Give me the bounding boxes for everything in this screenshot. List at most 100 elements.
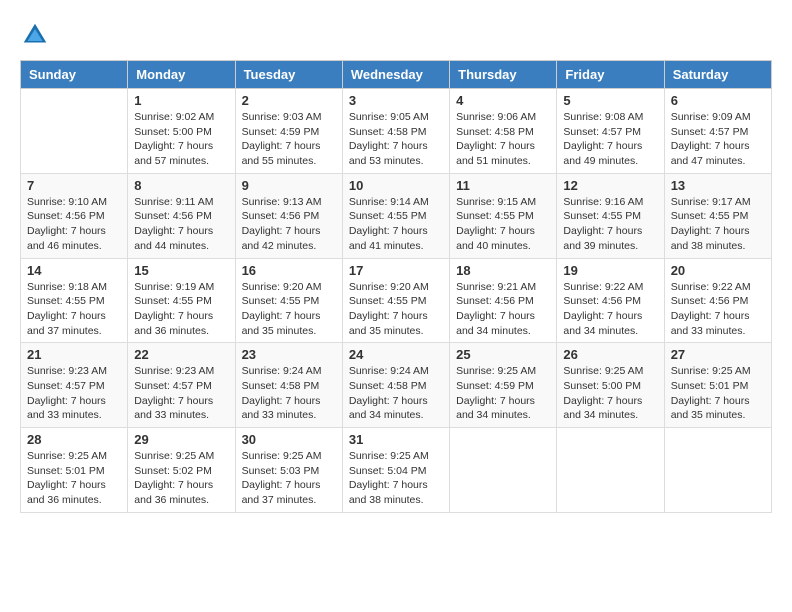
day-number: 2 bbox=[242, 93, 336, 108]
day-number: 26 bbox=[563, 347, 657, 362]
calendar-week-0: 1 Sunrise: 9:02 AM Sunset: 5:00 PM Daylig… bbox=[21, 89, 772, 174]
calendar-cell: 2 Sunrise: 9:03 AM Sunset: 4:59 PM Daylig… bbox=[235, 89, 342, 174]
calendar-cell: 13 Sunrise: 9:17 AM Sunset: 4:55 PM Dayli… bbox=[664, 173, 771, 258]
day-info: Sunrise: 9:03 AM Sunset: 4:59 PM Dayligh… bbox=[242, 110, 336, 169]
day-number: 5 bbox=[563, 93, 657, 108]
calendar-cell: 23 Sunrise: 9:24 AM Sunset: 4:58 PM Dayli… bbox=[235, 343, 342, 428]
calendar-week-4: 28 Sunrise: 9:25 AM Sunset: 5:01 PM Dayli… bbox=[21, 428, 772, 513]
calendar-cell: 22 Sunrise: 9:23 AM Sunset: 4:57 PM Dayli… bbox=[128, 343, 235, 428]
day-info: Sunrise: 9:15 AM Sunset: 4:55 PM Dayligh… bbox=[456, 195, 550, 254]
day-number: 30 bbox=[242, 432, 336, 447]
day-number: 20 bbox=[671, 263, 765, 278]
day-info: Sunrise: 9:02 AM Sunset: 5:00 PM Dayligh… bbox=[134, 110, 228, 169]
day-info: Sunrise: 9:25 AM Sunset: 4:59 PM Dayligh… bbox=[456, 364, 550, 423]
calendar-cell: 20 Sunrise: 9:22 AM Sunset: 4:56 PM Dayli… bbox=[664, 258, 771, 343]
day-number: 1 bbox=[134, 93, 228, 108]
calendar-cell: 27 Sunrise: 9:25 AM Sunset: 5:01 PM Dayli… bbox=[664, 343, 771, 428]
calendar-cell: 16 Sunrise: 9:20 AM Sunset: 4:55 PM Dayli… bbox=[235, 258, 342, 343]
calendar-cell: 1 Sunrise: 9:02 AM Sunset: 5:00 PM Daylig… bbox=[128, 89, 235, 174]
calendar-header-tuesday: Tuesday bbox=[235, 61, 342, 89]
day-info: Sunrise: 9:23 AM Sunset: 4:57 PM Dayligh… bbox=[27, 364, 121, 423]
calendar-cell: 14 Sunrise: 9:18 AM Sunset: 4:55 PM Dayli… bbox=[21, 258, 128, 343]
day-info: Sunrise: 9:18 AM Sunset: 4:55 PM Dayligh… bbox=[27, 280, 121, 339]
day-number: 13 bbox=[671, 178, 765, 193]
calendar-cell: 26 Sunrise: 9:25 AM Sunset: 5:00 PM Dayli… bbox=[557, 343, 664, 428]
day-number: 8 bbox=[134, 178, 228, 193]
day-info: Sunrise: 9:06 AM Sunset: 4:58 PM Dayligh… bbox=[456, 110, 550, 169]
day-number: 19 bbox=[563, 263, 657, 278]
day-number: 14 bbox=[27, 263, 121, 278]
calendar-table: SundayMondayTuesdayWednesdayThursdayFrid… bbox=[20, 60, 772, 513]
day-number: 28 bbox=[27, 432, 121, 447]
day-number: 7 bbox=[27, 178, 121, 193]
calendar-cell: 25 Sunrise: 9:25 AM Sunset: 4:59 PM Dayli… bbox=[450, 343, 557, 428]
logo-icon bbox=[20, 20, 50, 50]
day-number: 22 bbox=[134, 347, 228, 362]
calendar-cell: 19Sunrise: 9:22 AM Sunset: 4:56 PM Dayli… bbox=[557, 258, 664, 343]
day-info: Sunrise: 9:16 AM Sunset: 4:55 PM Dayligh… bbox=[563, 195, 657, 254]
day-info: Sunrise: 9:25 AM Sunset: 5:00 PM Dayligh… bbox=[563, 364, 657, 423]
day-info: Sunrise: 9:20 AM Sunset: 4:55 PM Dayligh… bbox=[242, 280, 336, 339]
day-number: 24 bbox=[349, 347, 443, 362]
calendar-cell: 10Sunrise: 9:14 AM Sunset: 4:55 PM Dayli… bbox=[342, 173, 449, 258]
calendar-header-sunday: Sunday bbox=[21, 61, 128, 89]
calendar-cell: 28 Sunrise: 9:25 AM Sunset: 5:01 PM Dayli… bbox=[21, 428, 128, 513]
day-info: Sunrise: 9:23 AM Sunset: 4:57 PM Dayligh… bbox=[134, 364, 228, 423]
day-number: 31 bbox=[349, 432, 443, 447]
day-info: Sunrise: 9:09 AM Sunset: 4:57 PM Dayligh… bbox=[671, 110, 765, 169]
calendar-cell bbox=[557, 428, 664, 513]
calendar-cell: 9Sunrise: 9:13 AM Sunset: 4:56 PM Daylig… bbox=[235, 173, 342, 258]
day-number: 17 bbox=[349, 263, 443, 278]
calendar-cell: 15 Sunrise: 9:19 AM Sunset: 4:55 PM Dayli… bbox=[128, 258, 235, 343]
day-number: 11 bbox=[456, 178, 550, 193]
calendar-cell: 18 Sunrise: 9:21 AM Sunset: 4:56 PM Dayli… bbox=[450, 258, 557, 343]
calendar-cell: 31 Sunrise: 9:25 AM Sunset: 5:04 PM Dayli… bbox=[342, 428, 449, 513]
day-number: 16 bbox=[242, 263, 336, 278]
calendar-header-saturday: Saturday bbox=[664, 61, 771, 89]
calendar-cell: 17 Sunrise: 9:20 AM Sunset: 4:55 PM Dayli… bbox=[342, 258, 449, 343]
page-header bbox=[20, 20, 772, 50]
calendar-cell: 24Sunrise: 9:24 AM Sunset: 4:58 PM Dayli… bbox=[342, 343, 449, 428]
day-number: 9 bbox=[242, 178, 336, 193]
day-info: Sunrise: 9:25 AM Sunset: 5:01 PM Dayligh… bbox=[671, 364, 765, 423]
calendar-cell: 30 Sunrise: 9:25 AM Sunset: 5:03 PM Dayli… bbox=[235, 428, 342, 513]
day-number: 25 bbox=[456, 347, 550, 362]
calendar-cell: 6Sunrise: 9:09 AM Sunset: 4:57 PM Daylig… bbox=[664, 89, 771, 174]
calendar-week-2: 14 Sunrise: 9:18 AM Sunset: 4:55 PM Dayli… bbox=[21, 258, 772, 343]
calendar-header-thursday: Thursday bbox=[450, 61, 557, 89]
day-number: 23 bbox=[242, 347, 336, 362]
day-info: Sunrise: 9:25 AM Sunset: 5:03 PM Dayligh… bbox=[242, 449, 336, 508]
day-info: Sunrise: 9:05 AM Sunset: 4:58 PM Dayligh… bbox=[349, 110, 443, 169]
calendar-cell: 29 Sunrise: 9:25 AM Sunset: 5:02 PM Dayli… bbox=[128, 428, 235, 513]
day-info: Sunrise: 9:25 AM Sunset: 5:02 PM Dayligh… bbox=[134, 449, 228, 508]
day-info: Sunrise: 9:08 AM Sunset: 4:57 PM Dayligh… bbox=[563, 110, 657, 169]
day-number: 21 bbox=[27, 347, 121, 362]
day-info: Sunrise: 9:11 AM Sunset: 4:56 PM Dayligh… bbox=[134, 195, 228, 254]
day-info: Sunrise: 9:22 AM Sunset: 4:56 PM Dayligh… bbox=[671, 280, 765, 339]
calendar-cell: 4Sunrise: 9:06 AM Sunset: 4:58 PM Daylig… bbox=[450, 89, 557, 174]
day-number: 3 bbox=[349, 93, 443, 108]
day-number: 15 bbox=[134, 263, 228, 278]
day-info: Sunrise: 9:19 AM Sunset: 4:55 PM Dayligh… bbox=[134, 280, 228, 339]
day-info: Sunrise: 9:25 AM Sunset: 5:04 PM Dayligh… bbox=[349, 449, 443, 508]
day-info: Sunrise: 9:24 AM Sunset: 4:58 PM Dayligh… bbox=[242, 364, 336, 423]
day-info: Sunrise: 9:10 AM Sunset: 4:56 PM Dayligh… bbox=[27, 195, 121, 254]
day-info: Sunrise: 9:17 AM Sunset: 4:55 PM Dayligh… bbox=[671, 195, 765, 254]
day-number: 10 bbox=[349, 178, 443, 193]
calendar-cell: 8 Sunrise: 9:11 AM Sunset: 4:56 PM Daylig… bbox=[128, 173, 235, 258]
calendar-header-wednesday: Wednesday bbox=[342, 61, 449, 89]
calendar-header-monday: Monday bbox=[128, 61, 235, 89]
day-number: 27 bbox=[671, 347, 765, 362]
day-number: 18 bbox=[456, 263, 550, 278]
day-info: Sunrise: 9:20 AM Sunset: 4:55 PM Dayligh… bbox=[349, 280, 443, 339]
calendar-cell: 7 Sunrise: 9:10 AM Sunset: 4:56 PM Daylig… bbox=[21, 173, 128, 258]
day-number: 12 bbox=[563, 178, 657, 193]
day-info: Sunrise: 9:21 AM Sunset: 4:56 PM Dayligh… bbox=[456, 280, 550, 339]
calendar-week-3: 21 Sunrise: 9:23 AM Sunset: 4:57 PM Dayli… bbox=[21, 343, 772, 428]
calendar-cell bbox=[664, 428, 771, 513]
calendar-cell: 21 Sunrise: 9:23 AM Sunset: 4:57 PM Dayli… bbox=[21, 343, 128, 428]
calendar-cell: 11 Sunrise: 9:15 AM Sunset: 4:55 PM Dayli… bbox=[450, 173, 557, 258]
day-number: 29 bbox=[134, 432, 228, 447]
logo bbox=[20, 20, 54, 50]
day-info: Sunrise: 9:25 AM Sunset: 5:01 PM Dayligh… bbox=[27, 449, 121, 508]
